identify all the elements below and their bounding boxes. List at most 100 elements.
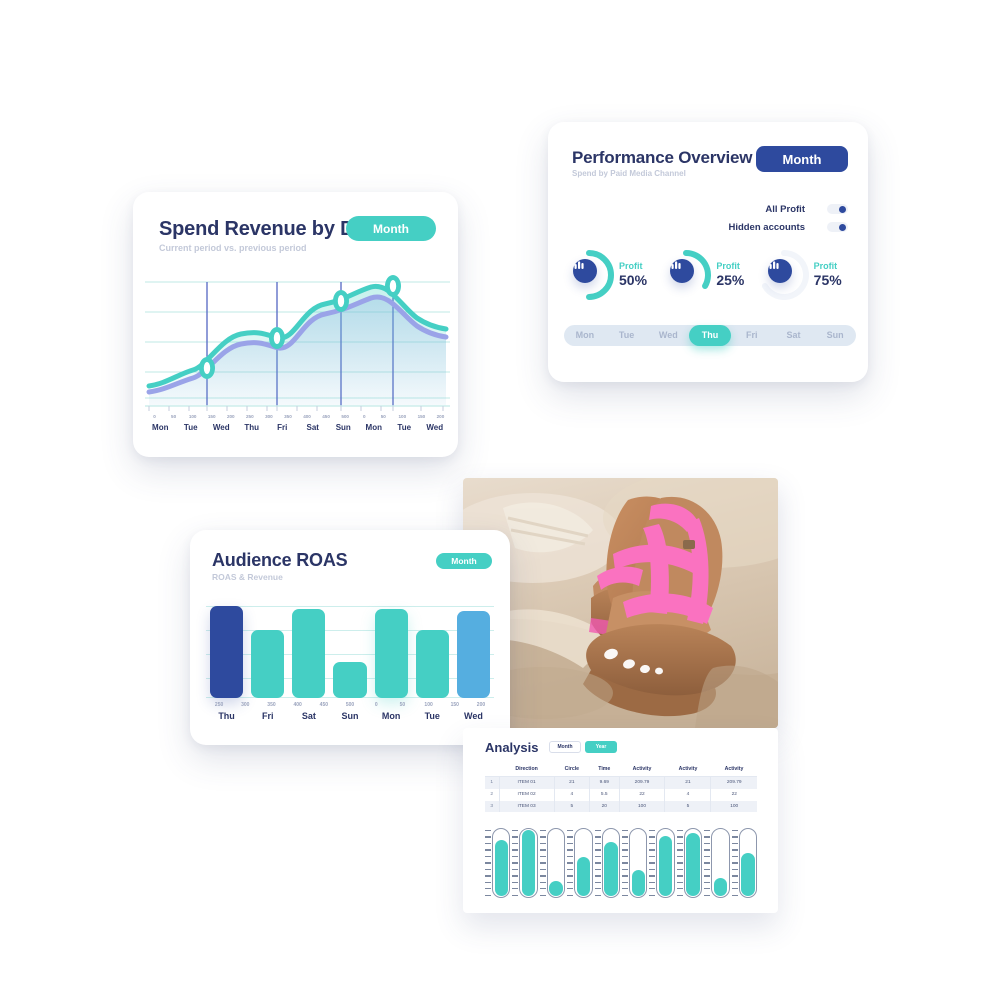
day-tab-wed[interactable]: Wed — [647, 325, 689, 346]
performance-toggles: All Profit Hidden accounts — [688, 200, 848, 236]
vertical-gauge[interactable] — [539, 828, 566, 898]
gauge-info: Profit 50% — [619, 261, 648, 288]
cell-circle: 4 — [554, 788, 591, 801]
bar-tue[interactable] — [415, 629, 449, 698]
row-index: 1 — [485, 776, 500, 789]
day-label: Sun — [335, 423, 351, 432]
profit-gauge[interactable]: Profit 75% — [759, 250, 856, 300]
toggle-row-hidden-accounts[interactable]: Hidden accounts — [688, 218, 848, 236]
toggle-row-all-profit[interactable]: All Profit — [688, 200, 848, 218]
gauge-ring — [564, 250, 614, 300]
spend-day-labels: Mon Tue Wed Thu Fri Sat Sun Mon Tue Wed — [145, 423, 450, 432]
column-header — [485, 762, 499, 777]
day-tab-thu[interactable]: Thu — [689, 325, 731, 346]
all-profit-switch[interactable] — [827, 204, 848, 214]
day-selector[interactable]: Mon Tue Wed Thu Fri Sat Sun — [564, 325, 856, 346]
vertical-gauge[interactable] — [676, 828, 703, 898]
column-header: Direction — [499, 762, 555, 777]
day-label: Tue — [183, 423, 198, 432]
vertical-gauge[interactable] — [622, 828, 648, 898]
row-index: 2 — [485, 788, 500, 801]
tick-label: 0 — [374, 702, 378, 708]
spend-card-header: Spend Revenue by Day Current period vs. … — [159, 218, 376, 253]
bar-mon[interactable] — [374, 608, 408, 698]
analysis-period-toggle[interactable]: Month Year — [549, 741, 617, 753]
bar-thu[interactable] — [210, 605, 244, 698]
vertical-gauge[interactable] — [731, 828, 758, 898]
performance-period-button[interactable]: Month — [756, 146, 848, 172]
hidden-accounts-switch[interactable] — [827, 222, 848, 232]
day-label: Fri — [277, 423, 288, 432]
spend-tick-labels: 0 50 100 150 200 250 300 350 400 450 500… — [145, 414, 450, 419]
day-tab-mon[interactable]: Mon — [564, 325, 606, 346]
analysis-month-button[interactable]: Month — [549, 741, 581, 753]
spend-period-button[interactable]: Month — [346, 216, 436, 241]
row-index: 3 — [485, 800, 500, 813]
bar-fri[interactable] — [251, 629, 285, 698]
roas-tick-labels: 250 300 350 400 450 500 0 50 100 150 200 — [206, 702, 494, 708]
vertical-gauge[interactable] — [512, 828, 538, 898]
tick-label: 400 — [303, 414, 311, 419]
analysis-year-button[interactable]: Year — [585, 741, 617, 753]
cell-activity-3: 100 — [710, 800, 757, 813]
day-label: Thu — [218, 711, 235, 721]
cell-direction: ITEM 01 — [499, 776, 555, 789]
vertical-gauge[interactable] — [594, 828, 621, 898]
day-tab-tue[interactable]: Tue — [606, 325, 648, 346]
vertical-gauge[interactable] — [567, 828, 593, 898]
day-tab-fri[interactable]: Fri — [731, 325, 773, 346]
tick-label: 450 — [322, 414, 330, 419]
product-photo — [463, 478, 778, 728]
bar-wed[interactable] — [456, 610, 490, 698]
table-row[interactable]: 3 ITEM 03 5 20 100 5 100 — [485, 800, 757, 813]
day-tab-sat[interactable]: Sat — [773, 325, 815, 346]
toggle-label: Hidden accounts — [728, 221, 805, 233]
tick-label: 100 — [424, 702, 433, 708]
tick-label: 350 — [284, 414, 292, 419]
cell-time: 5.5 — [589, 788, 620, 801]
gauge-info: Profit 25% — [716, 261, 744, 288]
cell-activity-3: 209.79 — [710, 776, 757, 789]
tick-label: 250 — [214, 702, 224, 708]
tick-label: 150 — [450, 702, 459, 708]
profit-gauges: Profit 50% Profit 25% Profit 75% — [564, 250, 856, 300]
table-row[interactable]: 2 ITEM 02 4 5.5 22 4 22 — [485, 788, 757, 801]
performance-card-subtitle: Spend by Paid Media Channel — [572, 169, 686, 178]
column-header: Circle — [554, 762, 590, 777]
roas-bar-chart — [206, 602, 494, 698]
tick-label: 50 — [399, 702, 406, 708]
column-header: Activity — [664, 762, 711, 777]
day-label: Sun — [341, 711, 359, 721]
day-label: Thu — [244, 423, 260, 432]
gauge-info: Profit 75% — [813, 261, 842, 288]
performance-overview-card: Performance Overview Spend by Paid Media… — [548, 122, 868, 382]
vertical-gauge[interactable] — [704, 828, 730, 898]
tick-label: 50 — [171, 414, 177, 419]
analysis-card: Analysis Month Year Direction Circle Tim… — [463, 728, 778, 913]
profit-gauge[interactable]: Profit 25% — [661, 250, 758, 300]
audience-roas-card: Audience ROAS ROAS & Revenue Month 250 3… — [190, 530, 510, 745]
vertical-gauge[interactable] — [649, 828, 675, 898]
day-label: Wed — [212, 423, 230, 432]
bar-sun[interactable] — [333, 661, 367, 698]
spend-card-title: Spend Revenue by Day — [159, 218, 377, 240]
roas-period-button[interactable]: Month — [436, 553, 492, 569]
cell-circle: 5 — [554, 800, 591, 813]
day-label: Mon — [152, 423, 169, 432]
table-row[interactable]: 1 ITEM 01 21 9.69 209.79 21 209.79 — [485, 776, 757, 789]
gauge-label: Profit — [813, 261, 838, 272]
vertical-gauge[interactable] — [485, 828, 511, 898]
tick-label: 0 — [362, 414, 366, 419]
tick-label: 0 — [153, 414, 156, 419]
bar-sat[interactable] — [292, 608, 326, 698]
day-tab-sun[interactable]: Sun — [814, 325, 856, 346]
profit-gauge[interactable]: Profit 50% — [564, 250, 661, 300]
bar-series — [206, 602, 494, 698]
day-label: Fri — [261, 711, 274, 721]
spend-chart-svg — [145, 275, 450, 411]
gauge-value: 50% — [619, 271, 648, 288]
column-header: Activity — [710, 762, 757, 777]
spend-card-subtitle: Current period vs. previous period — [159, 243, 307, 253]
roas-card-title: Audience ROAS — [212, 550, 348, 570]
tick-label: 150 — [417, 414, 426, 419]
